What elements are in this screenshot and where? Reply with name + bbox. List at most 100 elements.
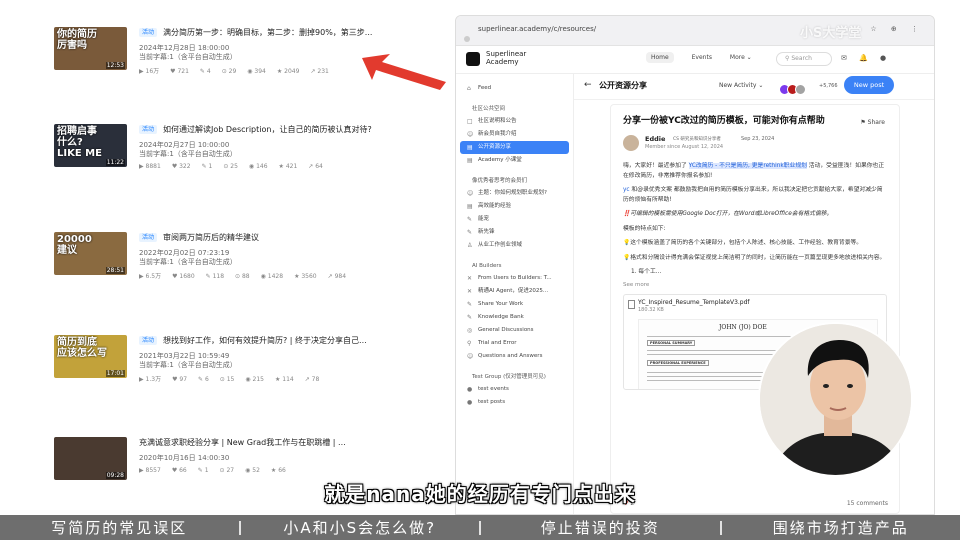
avatar[interactable] xyxy=(623,135,639,151)
chapter-separator xyxy=(719,520,722,535)
sidebar-item[interactable]: ✎ 新先锋 xyxy=(460,226,569,239)
video-title[interactable]: 活动 满分简历第一步：明确目标，第二步：删掉90%，第三步... xyxy=(139,27,439,38)
video-stat: ↗ 78 xyxy=(304,376,320,383)
nav-user-icons[interactable]: ✉ 🔔 ● xyxy=(841,54,891,62)
sidebar-item[interactable]: ● test posts xyxy=(460,396,569,409)
sidebar-item[interactable]: ✕ 精通AI Agent，促进2025... xyxy=(460,285,569,298)
video-thumbnail[interactable]: 09:28 xyxy=(54,437,127,480)
nav-events[interactable]: Events xyxy=(692,54,712,61)
video-date: 2024年02月27日 10:00:00 xyxy=(139,141,230,149)
sidebar-icon: ● xyxy=(467,386,473,393)
video-stat: ◉ 215 xyxy=(245,376,264,383)
sidebar-icon: ✕ xyxy=(467,288,473,295)
post-title[interactable]: 分享一份被YC改过的简历模板，可能对你有点帮助 xyxy=(623,115,838,127)
new-post-button[interactable]: New post xyxy=(844,76,894,94)
video-list-item[interactable]: 20000 建议 28:51 活动 审阅两万简历后的精华建议 2022年02月02日… xyxy=(54,232,444,282)
sort-dropdown[interactable]: New Activity ⌄ xyxy=(719,82,763,89)
sidebar-item[interactable]: ▤ 公开资源分享 xyxy=(460,141,569,154)
sidebar-section-heading[interactable]: 像优秀者思考的会员们 xyxy=(456,175,573,187)
sidebar-icon: ▤ xyxy=(467,203,473,210)
video-stat: ✎ 1 xyxy=(197,467,209,474)
sidebar-icon: ✎ xyxy=(467,314,473,321)
video-tag: 活动 xyxy=(139,28,158,37)
sidebar-item[interactable]: ☺ 主题：你如何规划职业规划? xyxy=(460,187,569,200)
video-thumbnail[interactable]: 招聘启事 什么? LIKE ME 11:22 xyxy=(54,124,127,167)
browser-toolbar-icons[interactable]: ☆ ⊕ ⋮ xyxy=(870,25,924,33)
sidebar-item[interactable]: ✎ 能宠 xyxy=(460,213,569,226)
chapter-label[interactable]: 围绕市场打造产品 xyxy=(722,517,960,538)
sidebar-item[interactable]: ♙ 从业工作创业领域 xyxy=(460,239,569,252)
video-stat: ⊙ 29 xyxy=(221,68,237,75)
video-stat: ▶ 1.3万 xyxy=(139,376,162,383)
sidebar-item[interactable]: ✎ Knowledge Bank xyxy=(460,311,569,324)
video-list-item[interactable]: 简历到底 应该怎么写 17:01 活动 想找到好工作，如何有效提升简历? | 终于决… xyxy=(54,335,444,385)
sidebar-icon: ☺ xyxy=(467,190,474,197)
video-title[interactable]: 充满诚意求职经验分享 | New Grad我工作与在职跳槽 | ... xyxy=(139,437,439,448)
thumbnail-text: 你的简历 厉害吗 xyxy=(57,29,97,51)
file-icon xyxy=(628,299,635,309)
video-tag: 活动 xyxy=(139,125,158,134)
resume-section: PROFESSIONAL EXPERIENCE xyxy=(647,359,709,366)
video-thumbnail[interactable]: 简历到底 应该怎么写 17:01 xyxy=(54,335,127,378)
sidebar-item[interactable]: ▤ 高效能的经验 xyxy=(460,200,569,213)
sidebar-section-heading[interactable]: 社区公共空间 xyxy=(456,103,573,115)
video-thumbnail[interactable]: 你的简历 厉害吗 12:53 xyxy=(54,27,127,70)
sidebar-item[interactable]: ✕ From Users to Builders: T... xyxy=(460,272,569,285)
file-name[interactable]: YC_Inspired_Resume_TemplateV3.pdf xyxy=(638,299,750,306)
video-stat: ◉ 146 xyxy=(248,163,268,170)
academy-logo[interactable] xyxy=(466,52,480,66)
chapter-label[interactable]: 写简历的常见误区 xyxy=(0,517,239,538)
sidebar-item[interactable]: ● test events xyxy=(460,383,569,396)
sidebar-item[interactable]: ▤ Academy 小课堂 xyxy=(460,154,569,167)
sidebar-section-heading[interactable]: AI Builders xyxy=(456,260,573,272)
sidebar-item[interactable]: ☺ 新会员自我介绍 xyxy=(460,128,569,141)
sidebar-item[interactable]: ◎ General Discussions xyxy=(460,324,569,337)
video-title[interactable]: 活动 审阅两万简历后的精华建议 xyxy=(139,232,439,243)
video-stat: ⊙ 15 xyxy=(219,376,235,383)
back-arrow-icon[interactable]: ← xyxy=(584,80,592,90)
sidebar-item[interactable]: ✎ Share Your Work xyxy=(460,298,569,311)
video-title[interactable]: 活动 如何通过解读Job Description，让自己的简历被认真对待? xyxy=(139,124,439,135)
share-button[interactable]: ⚑ Share xyxy=(860,119,885,126)
address-bar[interactable]: superlinear.academy/c/resources/ xyxy=(478,25,596,33)
window-controls[interactable] xyxy=(464,27,473,46)
video-list-item[interactable]: 招聘启事 什么? LIKE ME 11:22 活动 如何通过解读Job Descrip… xyxy=(54,124,444,174)
video-stat: ♥ 1680 xyxy=(172,273,195,280)
nav-home[interactable]: Home xyxy=(646,52,674,63)
brand-name[interactable]: Superlinear Academy xyxy=(486,50,526,66)
space-header: ← 公开资源分享 New Activity ⌄ +5,766 New post xyxy=(574,74,934,100)
sidebar-item[interactable]: □ 社区说明和公告 xyxy=(460,115,569,128)
sidebar-icon: ▤ xyxy=(467,144,473,151)
bookmark-icon[interactable]: ⚑ xyxy=(860,119,867,126)
channel-watermark: 小S大学堂 xyxy=(800,26,862,41)
chapter-label[interactable]: 停止错误的投资 xyxy=(481,517,720,538)
sidebar-icon: ✎ xyxy=(467,216,473,223)
author-name[interactable]: Eddie xyxy=(645,135,665,143)
chapter-label[interactable]: 小A和小S会怎么做? xyxy=(241,517,480,538)
sidebar-item[interactable]: ☺ Questions and Answers xyxy=(460,350,569,363)
nav-more[interactable]: More ⌄ xyxy=(730,54,752,61)
sidebar-item[interactable]: ⌂ Feed xyxy=(460,82,569,95)
sidebar-section-heading[interactable]: Test Group (仅对管理员可见) xyxy=(456,371,573,383)
post-author: Eddie CS 研究员和知识分享者 Member since August 1… xyxy=(623,135,887,157)
video-stat: ⊙ 88 xyxy=(235,273,250,280)
video-stat: ★ 2049 xyxy=(276,68,300,75)
video-stats: ▶ 8557 ♥ 66 ✎ 1 ⊙ 27 ◉ 52 ★ 66 xyxy=(139,467,439,474)
post-paragraph: 模板的特点如下: xyxy=(623,225,666,232)
see-more-link[interactable]: See more xyxy=(623,282,887,288)
presenter-figure xyxy=(760,324,911,475)
search-input[interactable]: ⚲ Search xyxy=(776,52,832,66)
video-thumbnail[interactable]: 20000 建议 28:51 xyxy=(54,232,127,275)
member-avatars[interactable] xyxy=(779,80,806,99)
video-stat: ◉ 1428 xyxy=(260,273,284,280)
video-title[interactable]: 活动 想找到好工作，如何有效提升简历? | 终于决定分享自己... xyxy=(139,335,439,346)
sidebar-icon: ✕ xyxy=(467,275,473,282)
post-paragraph: yc 和@录优秀文案 都鼓励我把自用的简历模板分享出来，所以我决定把它贡献给大家… xyxy=(623,187,883,203)
sidebar-item[interactable]: ⚲ Trial and Error xyxy=(460,337,569,350)
file-size: 180.32 KB xyxy=(638,306,664,313)
thumbnail-text: 20000 建议 xyxy=(57,234,92,256)
post-body: 嗨，大家好！最近参加了 YC改简历 - 不只是简历, 更是rethink职业规划… xyxy=(623,162,887,288)
sidebar-icon: ◎ xyxy=(467,327,473,334)
video-stat: ♥ 721 xyxy=(170,68,189,75)
event-link[interactable]: YC改简历 - 不只是简历, 更是rethink职业规划 xyxy=(688,163,807,169)
